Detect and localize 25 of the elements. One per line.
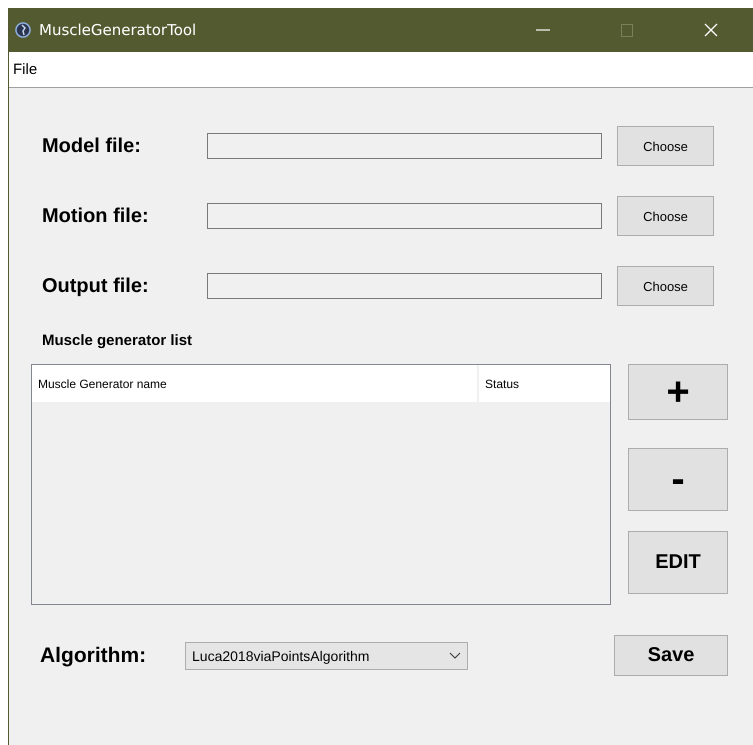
choose-button[interactable]: Choose — [617, 126, 714, 166]
minimize-icon — [536, 29, 550, 31]
remove-button[interactable]: - — [628, 448, 728, 511]
field-label: Model file: — [41, 134, 142, 158]
choose-button[interactable]: Choose — [617, 196, 714, 236]
file-path-field[interactable] — [207, 203, 602, 229]
window-title: MuscleGeneratorTool — [39, 21, 196, 39]
column-header[interactable]: Status — [479, 365, 606, 402]
field-label: Motion file: — [41, 204, 150, 228]
algorithm-dropdown[interactable]: Luca2018viaPointsAlgorithm — [185, 642, 468, 670]
menu-item[interactable]: File — [11, 61, 40, 78]
maximize-icon — [621, 24, 633, 36]
chevron-down-icon — [449, 652, 461, 660]
file-path-field[interactable] — [207, 133, 602, 159]
app-icon — [15, 22, 31, 38]
edit-button[interactable]: EDIT — [628, 531, 728, 594]
section-title: Muscle generator list — [41, 332, 194, 351]
choose-button[interactable]: Choose — [617, 266, 714, 306]
save-button[interactable]: Save — [614, 635, 728, 676]
file-path-field[interactable] — [207, 273, 602, 299]
field-label: Output file: — [41, 274, 150, 298]
add-button[interactable]: + — [628, 364, 728, 420]
algorithm-label: Algorithm: — [39, 644, 148, 668]
close-icon — [704, 23, 718, 37]
column-header[interactable]: Muscle Generator name — [32, 365, 479, 402]
